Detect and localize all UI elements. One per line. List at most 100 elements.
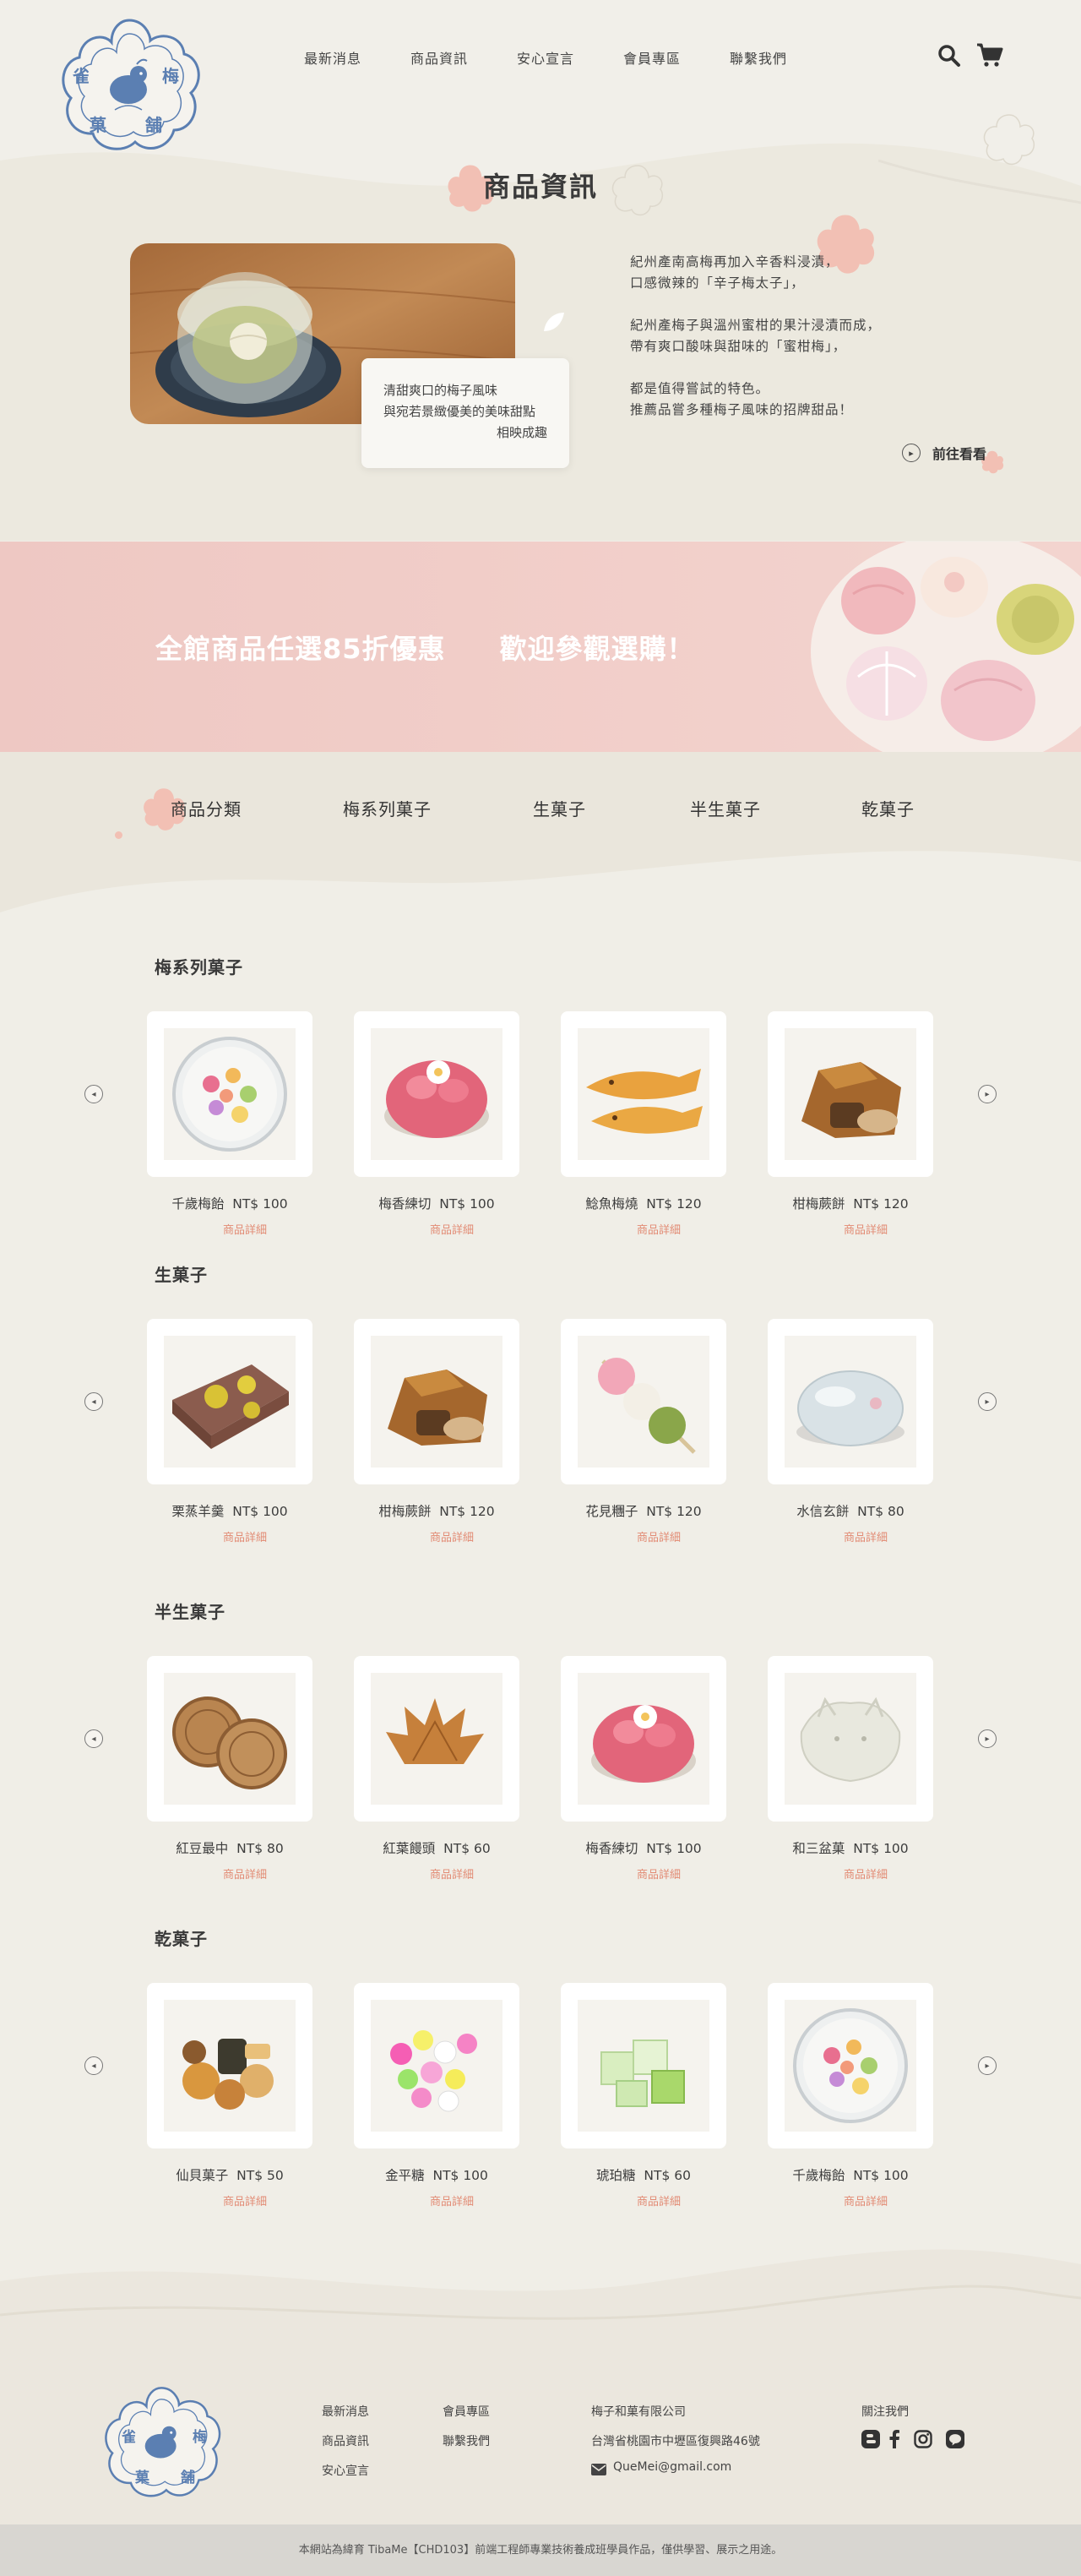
product-card[interactable]	[354, 1983, 519, 2148]
product-detail-link[interactable]: 商品詳細	[768, 2192, 933, 2208]
carousel-next-button[interactable]: ▸	[978, 1392, 997, 1411]
instagram-icon[interactable]	[914, 2430, 932, 2448]
product-card[interactable]	[768, 1656, 933, 1822]
product-price: NT$ 100	[232, 1504, 288, 1519]
more-link[interactable]: ▸ 前往看看	[902, 443, 986, 463]
carousel-prev-button[interactable]: ◂	[84, 1392, 103, 1411]
logo-char-3: 菓	[90, 115, 106, 135]
chevron-right-icon: ▸	[985, 1089, 990, 1099]
product-detail-link[interactable]: 商品詳細	[561, 1221, 726, 1237]
carousel-next-button[interactable]: ▸	[978, 2056, 997, 2075]
chevron-left-icon: ◂	[91, 1397, 96, 1407]
company-email[interactable]: QueMei@gmail.com	[613, 2460, 731, 2474]
chevron-right-icon: ▸	[985, 1397, 990, 1407]
category-bar: 商品分類 梅系列菓子 生菓子 半生菓子 乾菓子	[0, 794, 1081, 828]
product-price: NT$ 60	[443, 1841, 491, 1856]
product-card[interactable]	[768, 1983, 933, 2148]
blogger-icon[interactable]	[861, 2430, 880, 2448]
nav-item-safety[interactable]: 安心宣言	[517, 47, 623, 68]
warabi-mochi-icon	[388, 1370, 487, 1446]
envelope-icon	[591, 2464, 606, 2475]
footer-link-safety[interactable]: 安心宣言	[322, 2462, 369, 2479]
category-hannamagashi[interactable]: 半生菓子	[690, 796, 761, 820]
product-card[interactable]	[147, 1656, 312, 1822]
product-card[interactable]	[354, 1011, 519, 1177]
product-card[interactable]	[561, 1656, 726, 1822]
footer-link-news[interactable]: 最新消息	[322, 2403, 369, 2420]
product-price: NT$ 50	[236, 2168, 284, 2183]
product-detail-link[interactable]: 商品詳細	[147, 1865, 312, 1882]
product-card[interactable]	[147, 1011, 312, 1177]
product-detail-link[interactable]: 商品詳細	[354, 2192, 519, 2208]
promo-banner[interactable]: 全館商品任選85折優惠 歡迎參觀選購！	[0, 542, 1081, 752]
carousel-prev-button[interactable]: ◂	[84, 1085, 103, 1103]
product-image	[371, 1673, 502, 1805]
product-card[interactable]	[768, 1319, 933, 1484]
footer-link-members[interactable]: 會員專區	[443, 2403, 490, 2420]
carousel-prev-button[interactable]: ◂	[84, 2056, 103, 2075]
category-higashi[interactable]: 乾菓子	[861, 796, 915, 820]
product-name-price: 梅香練切 NT$ 100	[561, 1838, 726, 1857]
product-detail-link[interactable]: 商品詳細	[768, 1528, 933, 1544]
warabi-mochi-icon	[801, 1062, 901, 1138]
category-namagashi[interactable]: 生菓子	[533, 796, 586, 820]
pink-nerikiri-icon	[384, 1060, 489, 1138]
product-price: NT$ 60	[644, 2168, 691, 2183]
category-plum[interactable]: 梅系列菓子	[343, 796, 432, 820]
product-name: 千歲梅飴	[171, 1196, 225, 1212]
product-card[interactable]	[768, 1011, 933, 1177]
line-icon[interactable]	[946, 2430, 964, 2448]
product-price: NT$ 120	[646, 1196, 702, 1212]
product-detail-link[interactable]: 商品詳細	[768, 1865, 933, 1882]
product-name-price: 花見糰子 NT$ 120	[561, 1501, 726, 1520]
product-card[interactable]	[354, 1656, 519, 1822]
nav-item-products[interactable]: 商品資訊	[410, 47, 517, 68]
product-name: 琥珀糖	[596, 2168, 636, 2183]
product-detail-link[interactable]: 商品詳細	[354, 1865, 519, 1882]
product-name: 鯰魚梅燒	[585, 1196, 638, 1212]
product-name: 仙貝菓子	[176, 2168, 229, 2183]
product-card[interactable]	[354, 1319, 519, 1484]
carousel-next-button[interactable]: ▸	[978, 1085, 997, 1103]
product-detail-link[interactable]: 商品詳細	[147, 1221, 312, 1237]
intro-text-line: 帶有爽口酸味與甜味的「蜜柑梅」，	[630, 339, 847, 354]
product-detail-link[interactable]: 商品詳細	[768, 1221, 933, 1237]
nav-item-members[interactable]: 會員專區	[623, 47, 730, 68]
carousel-next-button[interactable]: ▸	[978, 1729, 997, 1748]
chevron-left-icon: ◂	[91, 1089, 96, 1099]
product-detail-link[interactable]: 商品詳細	[561, 2192, 726, 2208]
petal-decoration	[544, 313, 564, 331]
carousel-prev-button[interactable]: ◂	[84, 1729, 103, 1748]
product-detail-link[interactable]: 商品詳細	[561, 1865, 726, 1882]
product-card[interactable]	[561, 1983, 726, 2148]
monaka-icon	[172, 1696, 287, 1789]
product-detail-link[interactable]: 商品詳細	[354, 1528, 519, 1544]
category-all[interactable]: 商品分類	[171, 796, 242, 820]
follow-label: 關注我們	[861, 2405, 909, 2419]
product-price: NT$ 100	[646, 1841, 702, 1856]
product-card[interactable]	[561, 1319, 726, 1484]
product-name: 紅葉饅頭	[383, 1841, 436, 1856]
footer-link-products[interactable]: 商品資訊	[322, 2432, 369, 2449]
facebook-icon[interactable]	[888, 2430, 900, 2448]
product-card[interactable]	[147, 1319, 312, 1484]
nav-item-news[interactable]: 最新消息	[304, 47, 410, 68]
product-image	[164, 1028, 296, 1160]
product-detail-link[interactable]: 商品詳細	[561, 1528, 726, 1544]
company-name: 梅子和菓有限公司	[591, 2405, 686, 2419]
product-image	[578, 1028, 709, 1160]
product-image	[785, 1336, 916, 1468]
product-name-price: 柑梅蕨餅 NT$ 120	[354, 1501, 519, 1520]
product-detail-link[interactable]: 商品詳細	[147, 1528, 312, 1544]
cart-icon[interactable]	[976, 42, 1003, 68]
footer-wave-background	[0, 2249, 1081, 2357]
product-card[interactable]	[561, 1011, 726, 1177]
nav-item-contact[interactable]: 聯繫我們	[730, 47, 836, 68]
product-card[interactable]	[147, 1983, 312, 2148]
search-icon[interactable]	[937, 44, 961, 68]
product-detail-link[interactable]: 商品詳細	[354, 1221, 519, 1237]
product-name-price: 千歲梅飴 NT$ 100	[147, 1194, 312, 1212]
footer-link-contact[interactable]: 聯繫我們	[443, 2432, 490, 2449]
product-detail-link[interactable]: 商品詳細	[147, 2192, 312, 2208]
intro-text-line: 推薦品嘗多種梅子風味的招牌甜品！	[630, 402, 854, 417]
